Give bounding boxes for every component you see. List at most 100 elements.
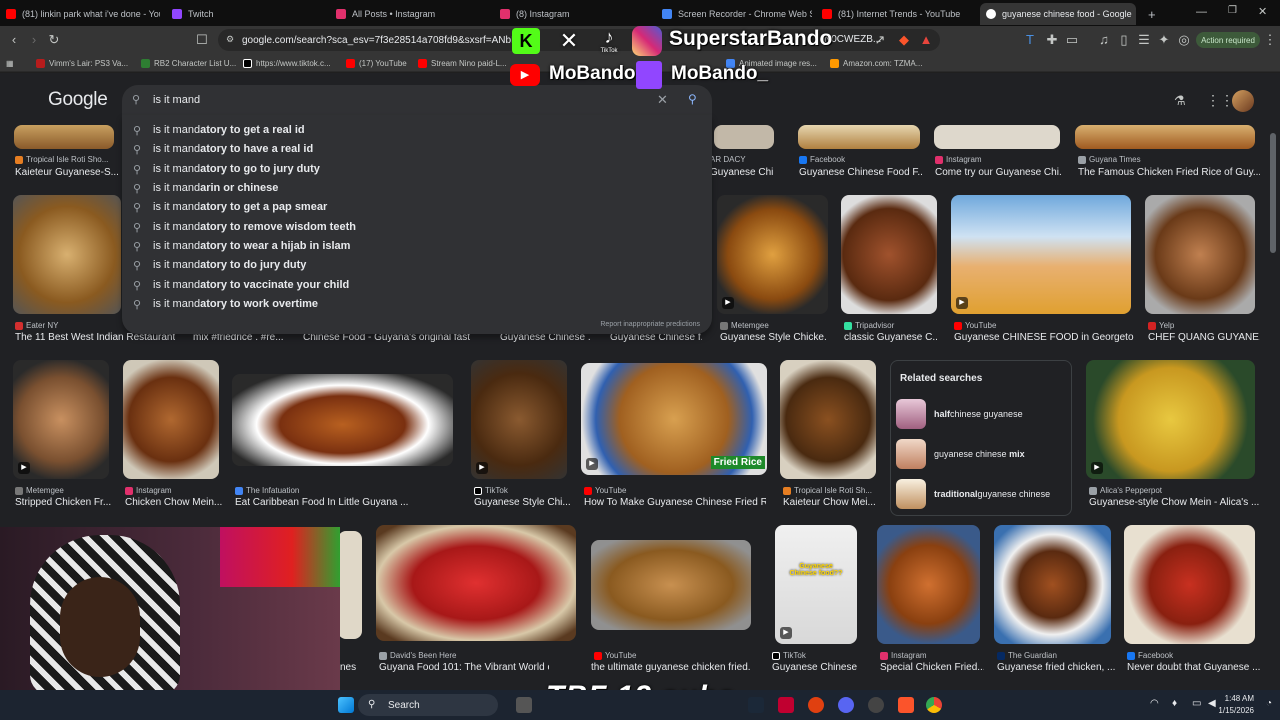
- chrome-icon[interactable]: [926, 697, 942, 713]
- result-image[interactable]: [1075, 125, 1255, 149]
- result-source[interactable]: Tripadvisor: [844, 321, 936, 330]
- app-icon[interactable]: [778, 697, 794, 713]
- result-image[interactable]: [1145, 195, 1255, 314]
- tab-instagram-posts[interactable]: All Posts • Instagram: [330, 3, 490, 25]
- reload-icon[interactable]: ↻: [46, 32, 62, 48]
- suggestion-item[interactable]: ⚲ is it mand atory to get a real id: [122, 120, 712, 139]
- bookmark-youtube[interactable]: (17) YouTube: [346, 57, 426, 69]
- new-tab-button[interactable]: +: [1142, 3, 1160, 25]
- bookmark-amazon[interactable]: Amazon.com: TZMA...: [830, 57, 926, 69]
- media-controls-icon[interactable]: ♫: [1096, 32, 1112, 48]
- back-icon[interactable]: ‹: [6, 32, 22, 48]
- suggestion-item[interactable]: ⚲ is it mand atory to vaccinate your child: [122, 275, 712, 294]
- result-image[interactable]: ▶: [13, 360, 109, 479]
- tab-google-search[interactable]: guyanese chinese food - Google✕: [980, 3, 1136, 25]
- result-image[interactable]: [232, 374, 453, 466]
- extension-translate-icon[interactable]: T: [1022, 32, 1038, 48]
- steam-icon[interactable]: [748, 697, 764, 713]
- result-caption[interactable]: Chicken Chow Mein...: [125, 497, 225, 508]
- related-search-item[interactable]: traditional guyanese chinese: [896, 479, 1066, 509]
- result-caption[interactable]: Guyanese Chinese ...: [710, 167, 774, 178]
- bookmark-rb2[interactable]: RB2 Character List U...: [141, 57, 237, 69]
- result-caption[interactable]: Special Chicken Fried...: [880, 662, 984, 673]
- result-source[interactable]: The Infatuation: [235, 486, 453, 495]
- suggestion-item[interactable]: ⚲ is it mand atory to do jury duty: [122, 255, 712, 274]
- result-source[interactable]: Alica's Pepperpot: [1089, 486, 1253, 495]
- tab-search-icon[interactable]: ☰: [1136, 32, 1152, 48]
- result-caption[interactable]: Guyana Food 101: The Vibrant World of ..…: [379, 662, 549, 673]
- result-caption[interactable]: CHEF QUANG GUYANE...: [1148, 332, 1260, 343]
- menu-icon[interactable]: ⋮: [1262, 32, 1278, 48]
- windows-start-icon[interactable]: [338, 697, 354, 713]
- tab-instagram[interactable]: (8) Instagram: [494, 3, 654, 25]
- result-image[interactable]: [123, 360, 219, 479]
- search-box[interactable]: ⚲ is it mand ✕ ⚲: [122, 85, 712, 115]
- result-image[interactable]: [13, 195, 121, 314]
- suggestion-item[interactable]: ⚲ is it mand atory to have a real id: [122, 139, 712, 158]
- result-image[interactable]: Guyanese Chinese food?? ▶: [775, 525, 857, 644]
- result-source[interactable]: Instagram: [125, 486, 217, 495]
- result-caption[interactable]: Guyanese-style Chow Mein - Alica's ...: [1089, 497, 1261, 508]
- extension-puzzle-icon[interactable]: ✚: [1044, 32, 1060, 48]
- result-caption[interactable]: the ultimate guyanese chicken fried...: [591, 662, 751, 673]
- result-caption[interactable]: Guyanese Chinese ...: [772, 662, 860, 673]
- taskbar-search[interactable]: ⚲ Search: [358, 694, 498, 716]
- sidebar-icon[interactable]: ▯: [1116, 32, 1132, 48]
- result-caption[interactable]: classic Guyanese C...: [844, 332, 938, 343]
- suggestion-item[interactable]: ⚲ is it mand atory to wear a hijab in isla…: [122, 236, 712, 255]
- result-source[interactable]: Yelp: [1148, 321, 1252, 330]
- notification-icon[interactable]: ◔: [1266, 698, 1272, 709]
- close-window-icon[interactable]: ✕: [1258, 5, 1267, 18]
- bookmark-stream[interactable]: Stream Nino paid-L...: [418, 57, 514, 69]
- result-source[interactable]: Facebook: [1127, 651, 1255, 660]
- system-clock[interactable]: 1:48 AM 1/15/2026: [1218, 693, 1254, 717]
- suggestion-item[interactable]: ⚲ is it mand arin or chinese: [122, 178, 712, 197]
- result-image[interactable]: [780, 360, 876, 479]
- result-source[interactable]: Instagram: [880, 651, 980, 660]
- result-image[interactable]: [1124, 525, 1255, 644]
- result-source[interactable]: Instagram: [935, 155, 1061, 164]
- volume-icon[interactable]: ◀: [1208, 698, 1216, 709]
- suggestion-item[interactable]: ⚲ is it mand atory to go to jury duty: [122, 159, 712, 178]
- brave-shield-icon[interactable]: ◆: [896, 32, 912, 48]
- result-source[interactable]: Metemgee: [15, 486, 107, 495]
- extension-screen-icon[interactable]: ▭: [1064, 32, 1080, 48]
- related-search-item[interactable]: half chinese guyanese: [896, 399, 1066, 429]
- result-caption[interactable]: Guyanese Chinese Food F...: [799, 167, 923, 178]
- result-caption[interactable]: Guyanese CHINESE FOOD in Georgeto...: [954, 332, 1134, 343]
- task-view-icon[interactable]: [516, 697, 532, 713]
- site-info-icon[interactable]: ⚙: [226, 34, 234, 45]
- result-source[interactable]: The Guardian: [997, 651, 1111, 660]
- tab-twitch[interactable]: Twitch: [166, 3, 326, 25]
- brave-icon[interactable]: [898, 697, 914, 713]
- result-source[interactable]: Eater NY: [15, 321, 119, 330]
- bookmark-icon[interactable]: ☐: [194, 32, 210, 48]
- minimize-icon[interactable]: —: [1196, 6, 1207, 18]
- result-image[interactable]: ▶: [951, 195, 1131, 314]
- result-source[interactable]: Metemgee: [720, 321, 824, 330]
- result-source[interactable]: YouTube: [594, 651, 750, 660]
- mic-icon[interactable]: ♦: [1172, 698, 1177, 709]
- close-tab-icon[interactable]: ✕: [1132, 9, 1136, 20]
- bookmark-tiktok[interactable]: https://www.tiktok.c...: [243, 57, 339, 69]
- result-source[interactable]: TikTok: [474, 486, 566, 495]
- result-caption[interactable]: Guyanese Style Chicke...: [720, 332, 826, 343]
- result-caption[interactable]: Stripped Chicken Fr...: [15, 497, 115, 508]
- result-caption[interactable]: Guyanese fried chicken, ...: [997, 662, 1115, 673]
- result-caption[interactable]: The Famous Chicken Fried Rice of Guy...: [1078, 167, 1260, 178]
- discord-icon[interactable]: [838, 697, 854, 713]
- app-icon[interactable]: [868, 697, 884, 713]
- action-required-button[interactable]: Action required: [1196, 32, 1260, 48]
- display-icon[interactable]: ▭: [1192, 698, 1201, 709]
- result-caption[interactable]: Come try our Guyanese Chi...: [935, 167, 1061, 178]
- suggestion-item[interactable]: ⚲ is it mand atory to remove wisdom teeth: [122, 217, 712, 236]
- result-source[interactable]: Guyana Times: [1078, 155, 1258, 164]
- tab-youtube-linkin[interactable]: (81) linkin park what i've done - YouTub…: [0, 3, 160, 25]
- restore-icon[interactable]: ❐: [1228, 5, 1237, 16]
- result-caption[interactable]: How To Make Guyanese Chinese Fried Ri...: [584, 497, 766, 508]
- search-submit-icon[interactable]: ⚲: [688, 92, 697, 106]
- result-source[interactable]: Tropical Isle Roti Sho...: [15, 155, 119, 164]
- brave-rewards-icon[interactable]: ▲: [918, 32, 934, 48]
- result-source[interactable]: YouTube: [954, 321, 1130, 330]
- result-image[interactable]: [934, 125, 1060, 149]
